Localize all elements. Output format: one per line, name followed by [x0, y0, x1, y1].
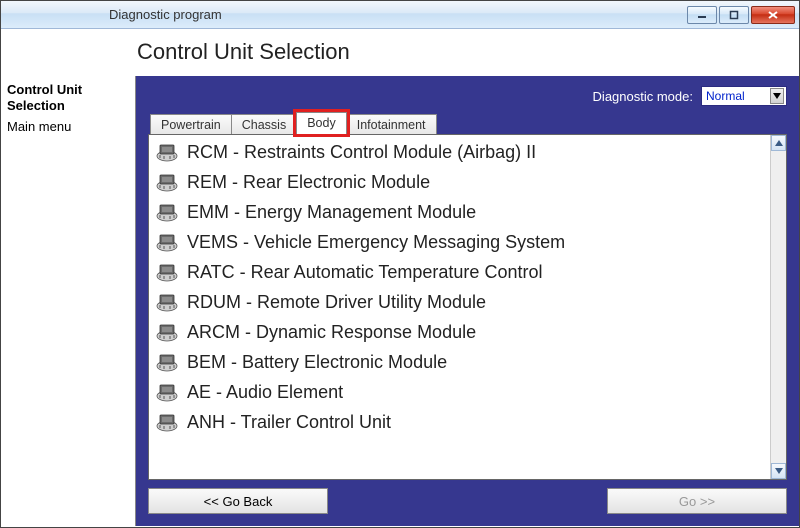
close-button[interactable]: [751, 6, 795, 24]
ecu-chip-icon: [155, 232, 179, 252]
ecu-chip-icon: [155, 142, 179, 162]
module-label: VEMS - Vehicle Emergency Messaging Syste…: [187, 232, 565, 253]
module-row[interactable]: BEM - Battery Electronic Module: [153, 347, 766, 377]
ecu-chip-icon: [155, 352, 179, 372]
go-back-button[interactable]: << Go Back: [148, 488, 328, 514]
ecu-chip-icon: [155, 322, 179, 342]
tab-chassis[interactable]: Chassis: [231, 114, 297, 135]
module-row[interactable]: EMM - Energy Management Module: [153, 197, 766, 227]
maximize-button[interactable]: [719, 6, 749, 24]
module-list: RCM - Restraints Control Module (Airbag)…: [149, 135, 770, 479]
tab-powertrain[interactable]: Powertrain: [150, 114, 232, 135]
page-header: Control Unit Selection: [1, 29, 799, 76]
diagnostic-mode-label: Diagnostic mode:: [593, 89, 693, 104]
maximize-icon: [729, 10, 739, 20]
module-label: AE - Audio Element: [187, 382, 343, 403]
module-row[interactable]: VEMS - Vehicle Emergency Messaging Syste…: [153, 227, 766, 257]
module-row[interactable]: RDUM - Remote Driver Utility Module: [153, 287, 766, 317]
main-panel: Diagnostic mode: Normal PowertrainChassi…: [136, 76, 799, 526]
go-button[interactable]: Go >>: [607, 488, 787, 514]
tab-infotainment[interactable]: Infotainment: [346, 114, 437, 135]
scroll-down-button[interactable]: [771, 463, 786, 479]
scrollbar[interactable]: [770, 135, 786, 479]
module-label: ANH - Trailer Control Unit: [187, 412, 391, 433]
chevron-up-icon: [775, 140, 783, 146]
module-label: RATC - Rear Automatic Temperature Contro…: [187, 262, 542, 283]
window-controls: [687, 6, 799, 24]
tab-strip: PowertrainChassisBodyInfotainment: [148, 112, 787, 134]
module-row[interactable]: AE - Audio Element: [153, 377, 766, 407]
diagnostic-mode-value: Normal: [706, 89, 745, 103]
minimize-icon: [697, 10, 707, 20]
module-row[interactable]: RCM - Restraints Control Module (Airbag)…: [153, 137, 766, 167]
body-layout: Control Unit SelectionMain menu Diagnost…: [1, 76, 799, 526]
module-row[interactable]: ANH - Trailer Control Unit: [153, 407, 766, 437]
module-label: RCM - Restraints Control Module (Airbag)…: [187, 142, 536, 163]
ecu-chip-icon: [155, 382, 179, 402]
module-row[interactable]: ARCM - Dynamic Response Module: [153, 317, 766, 347]
ecu-chip-icon: [155, 262, 179, 282]
chevron-down-icon: [775, 468, 783, 474]
module-label: BEM - Battery Electronic Module: [187, 352, 447, 373]
page-title: Control Unit Selection: [137, 39, 779, 65]
module-label: EMM - Energy Management Module: [187, 202, 476, 223]
minimize-button[interactable]: [687, 6, 717, 24]
module-label: REM - Rear Electronic Module: [187, 172, 430, 193]
footer-nav: << Go Back Go >>: [148, 488, 787, 514]
close-icon: [767, 10, 779, 20]
sidebar-item-0[interactable]: Control Unit Selection: [7, 80, 129, 117]
diagnostic-mode-select[interactable]: Normal: [701, 86, 787, 106]
window-title: Diagnostic program: [9, 7, 222, 22]
module-label: ARCM - Dynamic Response Module: [187, 322, 476, 343]
ecu-chip-icon: [155, 292, 179, 312]
diagnostic-mode-row: Diagnostic mode: Normal: [148, 86, 787, 106]
ecu-chip-icon: [155, 202, 179, 222]
tab-body[interactable]: Body: [296, 112, 347, 134]
title-bar: Diagnostic program: [1, 1, 799, 29]
scroll-up-button[interactable]: [771, 135, 786, 151]
ecu-chip-icon: [155, 172, 179, 192]
chevron-down-icon: [770, 88, 784, 104]
module-row[interactable]: RATC - Rear Automatic Temperature Contro…: [153, 257, 766, 287]
module-row[interactable]: REM - Rear Electronic Module: [153, 167, 766, 197]
sidebar: Control Unit SelectionMain menu: [1, 76, 136, 526]
module-list-panel: RCM - Restraints Control Module (Airbag)…: [148, 134, 787, 480]
ecu-chip-icon: [155, 412, 179, 432]
sidebar-item-1[interactable]: Main menu: [7, 117, 129, 137]
module-label: RDUM - Remote Driver Utility Module: [187, 292, 486, 313]
